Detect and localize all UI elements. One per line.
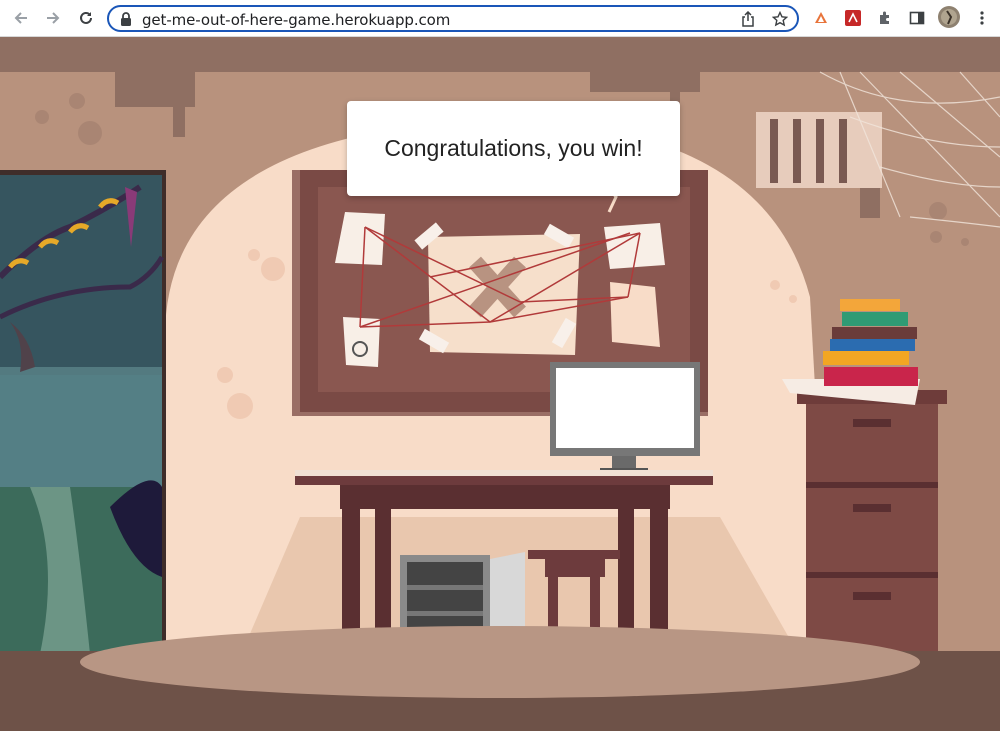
sidepanel-icon[interactable]: [907, 8, 927, 28]
arrow-right-icon[interactable]: [41, 6, 65, 30]
triangle-extension-icon[interactable]: [811, 8, 831, 28]
win-dialog: Congratulations, you win!: [347, 101, 680, 196]
puzzle-icon[interactable]: [875, 8, 895, 28]
browser-toolbar: get-me-out-of-here-game.herokuapp.com: [0, 0, 1000, 37]
avatar[interactable]: [938, 6, 960, 28]
url-text[interactable]: get-me-out-of-here-game.herokuapp.com: [142, 11, 450, 29]
game-scene: Congratulations, you win!: [0, 37, 1000, 731]
address-bar[interactable]: get-me-out-of-here-game.herokuapp.com: [107, 5, 799, 32]
reload-icon[interactable]: [74, 6, 98, 30]
win-message: Congratulations, you win!: [384, 135, 643, 161]
lock-icon[interactable]: [117, 10, 135, 28]
arrow-left-icon[interactable]: [9, 6, 33, 30]
star-icon[interactable]: [771, 10, 789, 28]
menu-dots-icon[interactable]: [972, 8, 992, 28]
share-icon[interactable]: [739, 10, 757, 28]
red-extension-icon[interactable]: [843, 8, 863, 28]
